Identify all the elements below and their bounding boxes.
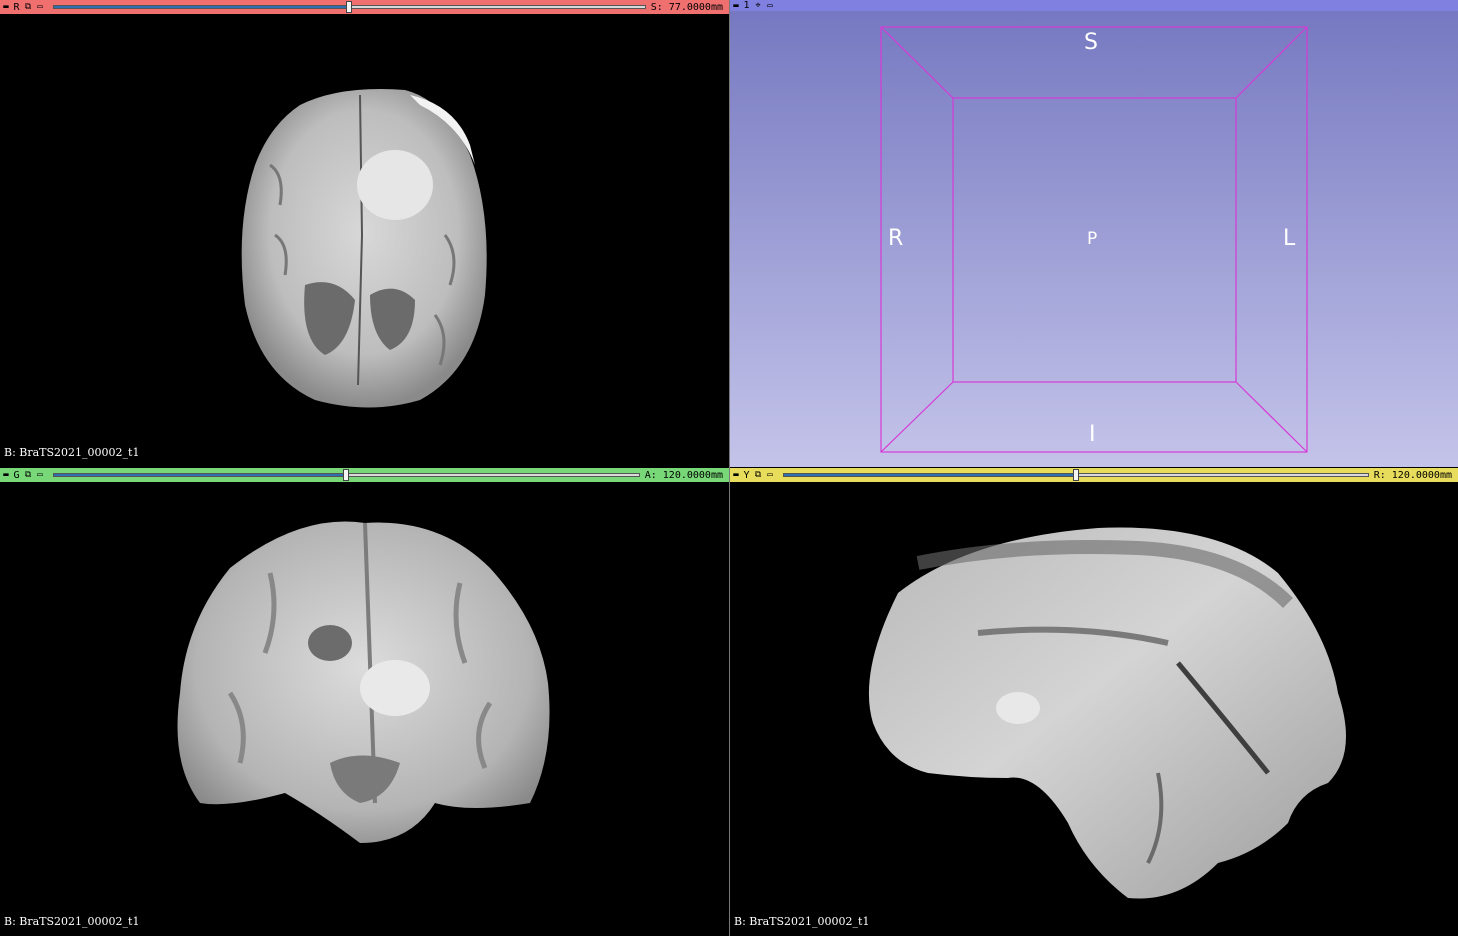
view-divider xyxy=(729,0,730,936)
orientation-label-bottom: I xyxy=(1089,422,1096,447)
green-slice-view[interactable]: ▬ G ⧉ ▭ A: 120.0000mm B: BraTS2021_00002… xyxy=(0,468,729,936)
coronal-brain-image xyxy=(177,521,550,843)
link-icon[interactable]: ⧉ xyxy=(22,1,34,13)
slider-handle[interactable] xyxy=(1072,469,1079,481)
view-letter: G xyxy=(13,469,20,481)
volume-label: B: BraTS2021_00002_t1 xyxy=(4,446,140,459)
red-view-controller-bar: ▬ R ⧉ ▭ S: 77.0000mm xyxy=(0,0,729,14)
maximize-icon[interactable]: ▭ xyxy=(34,469,46,481)
slice-offset-value: S: 77.0000mm xyxy=(650,1,723,13)
view-letter: Y xyxy=(743,469,750,481)
pin-icon[interactable]: ▬ xyxy=(1,469,11,481)
slice-offset-slider[interactable] xyxy=(783,469,1369,481)
slice-offset-value: R: 120.0000mm xyxy=(1373,469,1452,481)
maximize-icon[interactable]: ▭ xyxy=(34,1,46,13)
view-letter: R xyxy=(13,1,20,13)
volume-label: B: BraTS2021_00002_t1 xyxy=(4,915,140,928)
slice-offset-value: A: 120.0000mm xyxy=(644,469,723,481)
yellow-slice-view[interactable]: ▬ Y ⧉ ▭ R: 120.0000mm B: BraTS2021_00002… xyxy=(730,468,1458,936)
orientation-label-center: P xyxy=(1087,229,1098,249)
slice-offset-slider[interactable] xyxy=(53,469,640,481)
three-d-view[interactable]: ▬ 1 ⌖ ▭ S I R L P xyxy=(730,0,1458,467)
orientation-label-left: R xyxy=(888,226,904,251)
slider-handle[interactable] xyxy=(346,1,353,13)
volume-label: B: BraTS2021_00002_t1 xyxy=(734,915,870,928)
orientation-label-right: L xyxy=(1283,226,1296,251)
link-icon[interactable]: ⧉ xyxy=(22,469,34,481)
orientation-label-top: S xyxy=(1084,30,1098,55)
axial-brain-image xyxy=(241,89,487,408)
green-view-controller-bar: ▬ G ⧉ ▭ A: 120.0000mm xyxy=(0,468,729,482)
link-icon[interactable]: ⧉ xyxy=(752,469,764,481)
sagittal-brain-image xyxy=(868,527,1346,899)
red-slice-view[interactable]: ▬ R ⧉ ▭ S: 77.0000mm B: BraTS2021_00002_… xyxy=(0,0,729,467)
pin-icon[interactable]: ▬ xyxy=(731,469,741,481)
maximize-icon[interactable]: ▭ xyxy=(764,469,776,481)
slice-offset-slider[interactable] xyxy=(53,1,646,13)
pin-icon[interactable]: ▬ xyxy=(1,1,11,13)
yellow-view-controller-bar: ▬ Y ⧉ ▭ R: 120.0000mm xyxy=(730,468,1458,482)
slider-handle[interactable] xyxy=(343,469,350,481)
